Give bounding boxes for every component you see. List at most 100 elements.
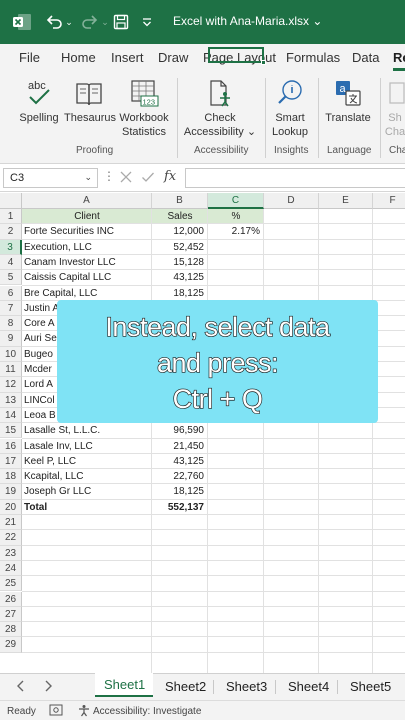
formula-input[interactable]	[185, 168, 405, 188]
sheet-tab-sheet4[interactable]: Sheet4	[288, 679, 329, 694]
cancel-icon[interactable]	[119, 170, 133, 189]
cell-client[interactable]: Caissis Capital LLC	[22, 270, 152, 285]
row-header-24[interactable]: 24	[0, 560, 22, 577]
cell-client[interactable]: Kcapital, LLC	[22, 469, 152, 484]
sheet-tab-sheet2[interactable]: Sheet2	[165, 679, 206, 694]
row-header-9[interactable]: 9	[0, 331, 22, 347]
accessibility-status-icon[interactable]	[77, 704, 91, 720]
select-all-corner[interactable]	[0, 193, 22, 209]
status-accessibility[interactable]: Accessibility: Investigate	[93, 706, 201, 717]
row-header-4[interactable]: 4	[0, 254, 22, 271]
thesaurus-button[interactable]: Thesaurus	[64, 76, 116, 125]
tab-formulas[interactable]: Formulas	[286, 50, 340, 65]
cell-client[interactable]: Lasalle St, L.L.C.	[22, 423, 152, 438]
insert-function-icon[interactable]: fx	[164, 169, 176, 184]
cell-sales[interactable]: 22,760	[152, 469, 208, 484]
row-header-8[interactable]: 8	[0, 316, 22, 332]
cell-pct[interactable]	[208, 484, 264, 499]
sheet-tab-sheet1[interactable]: Sheet1	[104, 677, 145, 692]
row-header-13[interactable]: 13	[0, 392, 22, 408]
enter-icon[interactable]	[141, 170, 155, 189]
cell-client[interactable]: Lasale Inv, LLC	[22, 439, 152, 454]
row-header-18[interactable]: 18	[0, 469, 22, 485]
row-header-6[interactable]: 6	[0, 285, 22, 301]
workbook-statistics-button[interactable]: 123 Workbook Statistics	[118, 76, 170, 139]
name-box[interactable]: C3 ⌄	[3, 168, 98, 188]
cell-pct[interactable]	[208, 286, 264, 301]
translate-button[interactable]: a Translate	[324, 76, 372, 125]
save-icon[interactable]	[110, 11, 132, 33]
tab-draw[interactable]: Draw	[158, 50, 188, 65]
chevron-down-icon[interactable]: ⌄	[84, 172, 92, 183]
redo-icon[interactable]	[78, 11, 102, 33]
cell-client[interactable]: Execution, LLC	[22, 240, 152, 255]
cell-pct[interactable]	[208, 240, 264, 255]
row-header-1[interactable]: 1	[0, 209, 22, 225]
row-header-3[interactable]: 3	[0, 239, 22, 255]
cell-total-sales[interactable]: 552,137	[152, 500, 208, 515]
smart-lookup-button[interactable]: Smart Lookup	[270, 76, 310, 139]
tab-insert[interactable]: Insert	[111, 50, 144, 65]
row-header-7[interactable]: 7	[0, 300, 22, 317]
row-header-14[interactable]: 14	[0, 407, 22, 424]
cell-client[interactable]: Joseph Gr LLC	[22, 484, 152, 499]
header-cell-sales[interactable]: Sales	[152, 209, 208, 224]
sheet-tab-sheet3[interactable]: Sheet3	[226, 679, 267, 694]
cell-client[interactable]: Keel P, LLC	[22, 454, 152, 469]
header-cell-client[interactable]: Client	[22, 209, 152, 224]
cell-pct[interactable]	[208, 423, 264, 438]
header-cell-pct[interactable]: %	[208, 209, 264, 224]
cell-pct[interactable]	[208, 255, 264, 270]
cell-client[interactable]: Canam Investor LLC	[22, 255, 152, 270]
document-title[interactable]: Excel with Ana-Maria.xlsx ⌄	[173, 14, 322, 28]
undo-dropdown-icon[interactable]: ⌄	[64, 11, 74, 33]
cell-sales[interactable]: 18,125	[152, 484, 208, 499]
row-header-2[interactable]: 2	[0, 224, 22, 240]
row-header-26[interactable]: 26	[0, 591, 22, 607]
column-header-b[interactable]: B	[152, 193, 208, 209]
cell-pct[interactable]	[208, 454, 264, 469]
column-header-a[interactable]: A	[22, 193, 152, 209]
spelling-button[interactable]: abc Spelling	[18, 76, 60, 125]
cell-client[interactable]: Bre Capital, LLC	[22, 286, 152, 301]
tab-review[interactable]: Re	[393, 50, 405, 65]
row-header-19[interactable]: 19	[0, 484, 22, 500]
scroll-right-icon[interactable]	[43, 679, 53, 696]
cell-sales[interactable]: 96,590	[152, 423, 208, 438]
row-header-10[interactable]: 10	[0, 346, 22, 362]
sheet-tab-sheet5[interactable]: Sheet5	[350, 679, 391, 694]
row-header-29[interactable]: 29	[0, 637, 22, 653]
cell-sales[interactable]: 12,000	[152, 224, 208, 239]
row-header-17[interactable]: 17	[0, 453, 22, 470]
tab-data[interactable]: Data	[352, 50, 379, 65]
tab-file[interactable]: File	[19, 50, 40, 65]
row-header-20[interactable]: 20	[0, 499, 22, 515]
row-header-5[interactable]: 5	[0, 270, 22, 286]
customize-quick-access-icon[interactable]	[138, 11, 156, 33]
worksheet-grid[interactable]: A B C D E F 1 2 3 4 5 6 7 8 9 10 11 12 13 14 15 16 17 18 19 20 21 2…	[0, 193, 405, 673]
row-header-21[interactable]: 21	[0, 515, 22, 531]
row-header-23[interactable]: 23	[0, 545, 22, 561]
row-header-25[interactable]: 25	[0, 576, 22, 592]
tab-home[interactable]: Home	[61, 50, 96, 65]
cell-pct[interactable]: 2.17%	[208, 224, 264, 239]
cell-sales[interactable]: 52,452	[152, 240, 208, 255]
cell-client[interactable]: Forte Securities INC	[22, 224, 152, 239]
macro-recording-icon[interactable]	[49, 704, 63, 720]
column-header-c[interactable]: C	[208, 193, 264, 209]
redo-dropdown-icon[interactable]: ⌄	[100, 11, 110, 33]
undo-icon[interactable]	[42, 11, 66, 33]
column-header-f[interactable]: F	[373, 193, 405, 209]
row-header-28[interactable]: 28	[0, 622, 22, 638]
cell-pct[interactable]	[208, 439, 264, 454]
cell-sales[interactable]: 43,125	[152, 270, 208, 285]
cell-sales[interactable]: 43,125	[152, 454, 208, 469]
cell-total-label[interactable]: Total	[22, 500, 152, 515]
check-accessibility-button[interactable]: Check Accessibility ⌄	[183, 76, 257, 139]
scroll-left-icon[interactable]	[16, 679, 26, 696]
row-header-27[interactable]: 27	[0, 606, 22, 623]
cell-sales[interactable]: 21,450	[152, 439, 208, 454]
column-header-d[interactable]: D	[264, 193, 319, 209]
cell-pct[interactable]	[208, 469, 264, 484]
cell-sales[interactable]: 18,125	[152, 286, 208, 301]
